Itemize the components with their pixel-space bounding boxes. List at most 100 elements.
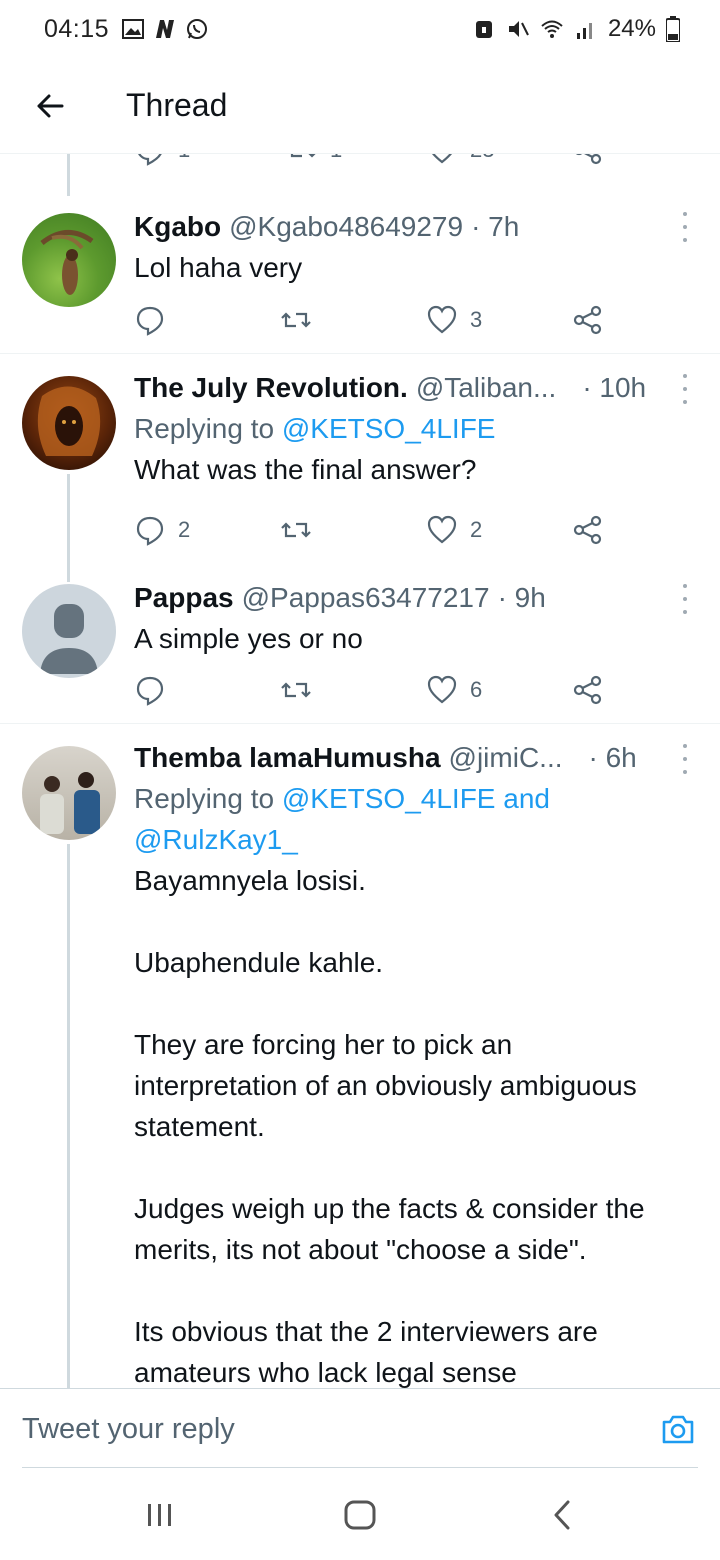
reply-bar: Tweet your reply — [0, 1388, 720, 1468]
reply-input[interactable]: Tweet your reply — [22, 1389, 622, 1469]
author-name[interactable]: Themba lamaHumusha — [134, 738, 441, 778]
avatar[interactable] — [22, 213, 116, 307]
author-handle[interactable]: @Pappas63477217 — [242, 578, 490, 618]
tweet[interactable]: Themba lamaHumusha @jimiC... · 6h Replyi… — [0, 723, 720, 1390]
tweet-actions: 6 — [134, 670, 614, 710]
camera-icon[interactable] — [660, 1411, 696, 1447]
battery-icon — [666, 16, 680, 42]
wifi-icon — [541, 20, 563, 38]
tweet-header: Themba lamaHumusha @jimiC... · 6h — [134, 738, 698, 778]
retweet-icon — [281, 682, 311, 698]
tweet-text: Bayamnyela losisi. Ubaphendule kahle. Th… — [134, 865, 645, 1388]
tweet-text: What was the final answer? — [134, 454, 477, 485]
avatar[interactable] — [22, 584, 116, 678]
share-icon — [573, 305, 602, 335]
avatar-image — [37, 386, 101, 456]
back-nav-icon[interactable] — [542, 1498, 582, 1534]
retweet-action[interactable] — [280, 304, 312, 336]
mute-icon — [508, 21, 529, 37]
n-app-icon — [156, 20, 175, 38]
tweet-text: Lol haha very — [134, 252, 303, 283]
reply-action[interactable]: 2 — [134, 514, 190, 546]
retweet-action[interactable] — [280, 674, 312, 706]
reply-count: 1 — [178, 154, 190, 163]
author-handle[interactable]: @Taliban... — [416, 368, 557, 408]
replying-prefix: Replying to — [134, 783, 275, 814]
replying-to-link[interactable]: @KETSO_4LIFE and — [282, 783, 550, 814]
tweet-time: · 7h — [471, 211, 520, 242]
default-avatar-icon — [40, 604, 98, 674]
tweet-header: Kgabo @Kgabo48649279 · 7h — [134, 207, 698, 247]
reply-icon — [138, 154, 162, 166]
like-count: 2 — [470, 517, 483, 542]
avatar[interactable] — [22, 376, 116, 470]
tweet-actions: 2 2 — [134, 510, 614, 550]
retweet-icon — [290, 154, 316, 158]
retweet-icon — [281, 312, 311, 328]
like-action[interactable]: 23 — [426, 154, 494, 166]
reply-count: 2 — [178, 517, 191, 542]
share-icon — [573, 675, 602, 705]
tweet[interactable]: Pappas @Pappas63477217 · 9h A simple yes… — [0, 574, 720, 724]
back-button[interactable] — [0, 58, 100, 154]
like-count: 23 — [470, 154, 494, 163]
thread-header: Thread — [0, 58, 720, 154]
previous-tweet-actions: 1 1 23 — [0, 154, 720, 178]
avatar-image — [40, 230, 94, 295]
tweet-time: · 6h — [588, 742, 637, 773]
tweet[interactable]: The July Revolution. @Taliban... · 10h R… — [0, 353, 720, 583]
heart-icon — [427, 515, 457, 544]
share-action[interactable] — [572, 154, 604, 166]
like-count: 6 — [470, 677, 483, 702]
reply-action[interactable]: 1 — [134, 154, 190, 166]
replying-to-link[interactable]: @RulzKay1_ — [134, 824, 298, 855]
replying-prefix: Replying to — [134, 413, 275, 444]
retweet-action[interactable]: 1 — [286, 154, 342, 166]
like-action[interactable]: 2 — [426, 514, 482, 546]
author-handle[interactable]: @jimiC... — [449, 738, 563, 778]
reply-icon — [136, 306, 164, 336]
replying-to: Replying to @KETSO_4LIFE — [134, 408, 698, 449]
share-action[interactable] — [572, 304, 604, 336]
more-options-icon[interactable] — [680, 584, 690, 614]
more-options-icon[interactable] — [680, 212, 690, 242]
like-count: 3 — [470, 307, 483, 332]
arrow-left-icon — [37, 94, 64, 117]
more-options-icon[interactable] — [680, 744, 690, 774]
avatar-image — [40, 772, 100, 834]
heart-icon — [427, 305, 457, 334]
more-options-icon[interactable] — [680, 374, 690, 404]
share-action[interactable] — [572, 514, 604, 546]
recent-apps-icon[interactable] — [140, 1498, 180, 1534]
system-nav-bar — [0, 1468, 720, 1560]
reply-icon — [136, 516, 164, 546]
signal-icon — [576, 23, 592, 39]
tweet[interactable]: Kgabo @Kgabo48649279 · 7h Lol haha very … — [0, 198, 720, 354]
share-action[interactable] — [572, 674, 604, 706]
like-action[interactable]: 6 — [426, 674, 482, 706]
tweet-header: Pappas @Pappas63477217 · 9h — [134, 578, 698, 618]
retweet-action[interactable] — [280, 514, 312, 546]
reply-action[interactable] — [134, 304, 178, 336]
author-handle[interactable]: @Kgabo48649279 — [229, 207, 463, 247]
heart-icon — [427, 675, 457, 704]
author-name[interactable]: Kgabo — [134, 207, 221, 247]
author-name[interactable]: The July Revolution. — [134, 368, 408, 408]
replying-to-link[interactable]: @KETSO_4LIFE — [282, 413, 496, 444]
status-time: 04:15 — [44, 14, 110, 43]
retweet-icon — [281, 522, 311, 538]
avatar[interactable] — [22, 746, 116, 840]
replying-to-line-2: @RulzKay1_ — [134, 819, 698, 860]
home-icon[interactable] — [340, 1498, 380, 1534]
replying-to: Replying to @KETSO_4LIFE and — [134, 778, 698, 819]
thread-feed[interactable]: 1 1 23 Kgabo @Kgabo48649279 · 7h Lol hah… — [0, 154, 720, 1390]
retweet-count: 1 — [330, 154, 342, 163]
tweet-time: · 9h — [497, 582, 546, 613]
whatsapp-icon — [187, 19, 208, 39]
author-name[interactable]: Pappas — [134, 578, 234, 618]
like-action[interactable]: 3 — [426, 304, 482, 336]
page-title: Thread — [126, 87, 228, 123]
reply-icon — [136, 676, 164, 706]
reply-action[interactable] — [134, 674, 178, 706]
heart-icon — [432, 154, 452, 164]
